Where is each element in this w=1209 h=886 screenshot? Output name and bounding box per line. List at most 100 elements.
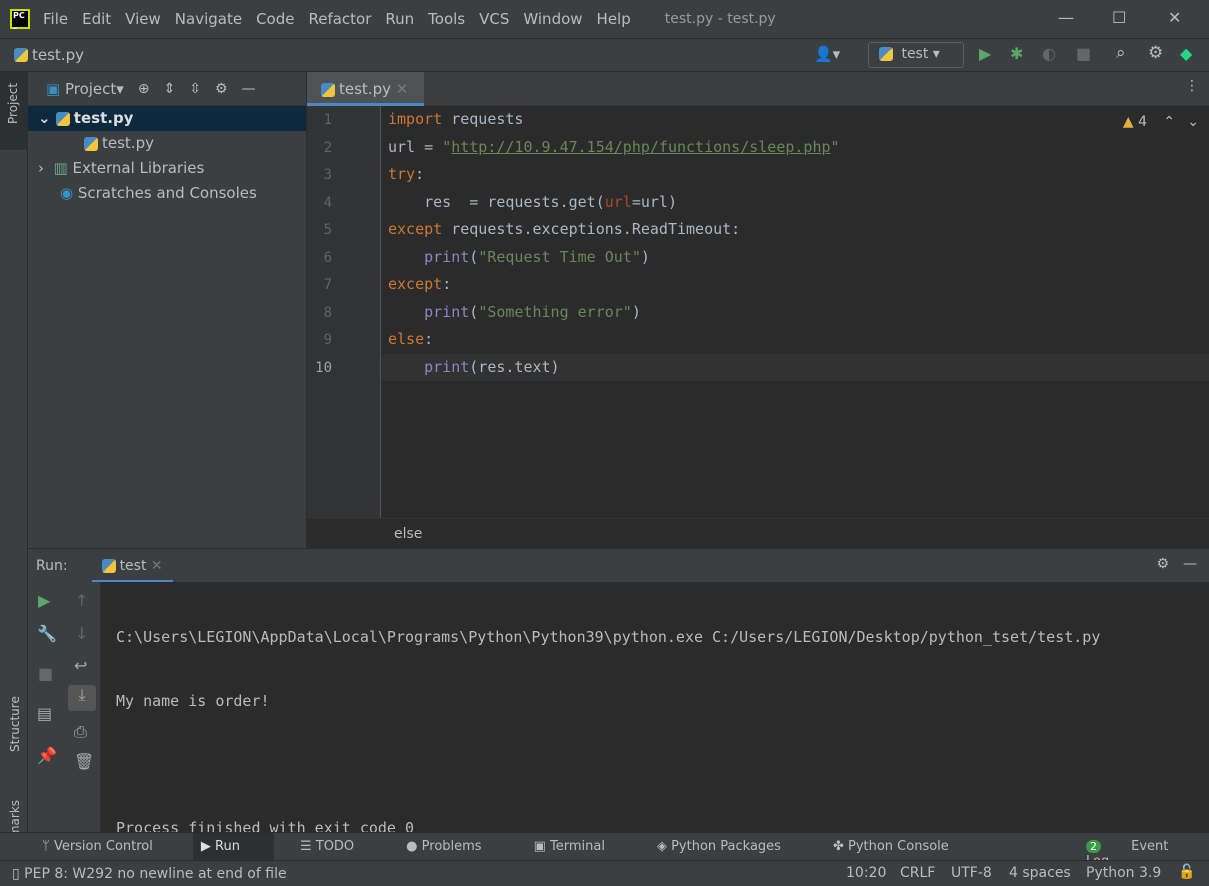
prev-warning-icon[interactable]: ⌃ xyxy=(1163,114,1175,130)
code-line[interactable]: res = requests.get(url=url) xyxy=(388,189,1188,217)
code-token: url = xyxy=(388,137,443,156)
warnings-indicator[interactable]: ▲ 4 xyxy=(1123,114,1147,130)
tool-python-packages[interactable]: ◈ Python Packages xyxy=(657,839,807,854)
trash-icon[interactable]: 🗑 xyxy=(74,752,94,771)
close-tab-icon[interactable]: ✕ xyxy=(396,80,409,98)
menu-navigate[interactable]: Navigate xyxy=(175,10,242,28)
code-line[interactable]: import requests xyxy=(388,106,1188,134)
menu-refactor[interactable]: Refactor xyxy=(308,10,371,28)
tree-item-scratches[interactable]: ◉ Scratches and Consoles xyxy=(28,181,306,206)
expand-all-icon[interactable]: ⇕ xyxy=(164,81,176,97)
code-line[interactable]: print("Something error") xyxy=(388,299,1188,327)
coverage-icon[interactable]: ◐ xyxy=(1042,44,1056,63)
stop-icon[interactable]: ■ xyxy=(1076,44,1091,63)
next-warning-icon[interactable]: ⌄ xyxy=(1187,114,1199,130)
layout-icon[interactable]: ▤ xyxy=(37,704,52,723)
menu-view[interactable]: View xyxy=(125,10,161,28)
collapse-all-icon[interactable]: ⇳ xyxy=(189,81,201,97)
menu-run[interactable]: Run xyxy=(385,10,414,28)
line-separator[interactable]: CRLF xyxy=(900,865,935,881)
code-line[interactable]: print("Request Time Out") xyxy=(388,244,1188,272)
gear-icon[interactable]: ⚙ xyxy=(215,81,228,97)
nav-file[interactable]: test.py xyxy=(32,46,84,64)
run-config-label: test xyxy=(901,46,929,62)
status-message[interactable]: PEP 8: W292 no newline at end of file xyxy=(24,866,286,882)
hide-icon[interactable]: — xyxy=(242,81,256,97)
run-tab-test[interactable]: test ✕ xyxy=(91,558,173,583)
run-label: Run: xyxy=(36,557,68,574)
status-icon[interactable]: ▯ xyxy=(12,866,24,882)
tool-todo[interactable]: ☰ TODO xyxy=(300,839,380,854)
lock-icon[interactable]: 🔓 xyxy=(1178,864,1195,880)
menu-file[interactable]: File xyxy=(43,10,68,28)
file-encoding[interactable]: UTF-8 xyxy=(951,865,992,881)
code-token: print xyxy=(388,302,470,321)
run-console-output[interactable]: C:\Users\LEGION\AppData\Local\Programs\P… xyxy=(101,582,1209,832)
tool-version-control[interactable]: ᛘ Version Control xyxy=(42,839,179,854)
code-token: " xyxy=(442,137,452,156)
code-line[interactable]: url = "http://10.9.47.154/php/functions/… xyxy=(388,134,1188,162)
menu-code[interactable]: Code xyxy=(256,10,294,28)
menu-edit[interactable]: Edit xyxy=(82,10,111,28)
tree-item-project-root[interactable]: ⌄ test.py xyxy=(28,106,306,131)
code-line[interactable]: print(res.text) xyxy=(388,354,1188,382)
run-config-select[interactable]: test ▾ xyxy=(868,42,964,68)
code-line[interactable]: else: xyxy=(388,326,1188,354)
python-icon xyxy=(879,47,893,61)
menu-bar: File Edit View Navigate Code Refactor Run Tools… xyxy=(43,10,645,28)
menu-vcs[interactable]: VCS xyxy=(479,10,509,28)
up-icon[interactable]: ↑ xyxy=(75,591,88,610)
menu-tools[interactable]: Tools xyxy=(428,10,465,28)
print-icon[interactable]: ⎙ xyxy=(74,722,87,742)
gear-icon[interactable]: ⚙ xyxy=(1148,43,1163,63)
code-token: ) xyxy=(640,247,650,266)
rerun-icon[interactable]: ▶ xyxy=(38,591,50,610)
tool-problems[interactable]: ● Problems xyxy=(406,839,507,854)
line-number: 4 xyxy=(323,194,332,211)
code-line[interactable]: try: xyxy=(388,161,1188,189)
close-icon[interactable]: ✕ xyxy=(1168,8,1181,27)
tab-test-py[interactable]: test.py ✕ xyxy=(307,72,424,106)
stop-icon[interactable]: ■ xyxy=(38,664,53,683)
tree-item-file[interactable]: test.py xyxy=(28,131,306,156)
line-number: 2 xyxy=(323,139,332,156)
interpreter[interactable]: Python 3.9 xyxy=(1086,865,1161,881)
tool-run[interactable]: ▶ Run xyxy=(192,833,274,860)
debug-icon[interactable]: ✱ xyxy=(1010,44,1023,63)
hide-icon[interactable]: — xyxy=(1183,556,1197,572)
project-view-select[interactable]: ▣ Project▾ xyxy=(46,80,124,98)
code-token: (res.text) xyxy=(469,357,560,376)
code-token: "Something error" xyxy=(478,302,632,321)
scroll-to-end-icon[interactable]: ⤓ xyxy=(68,685,96,711)
pin-icon[interactable]: 📌 xyxy=(37,746,57,765)
tool-python-console[interactable]: ✤ Python Console xyxy=(833,839,975,854)
minimize-icon[interactable]: — xyxy=(1058,8,1074,27)
project-tool-tab[interactable]: Project xyxy=(6,83,20,124)
project-panel: ▣ Project▾ ⊕ ⇕ ⇳ ⚙ — ⌄ test.py test.py ›… xyxy=(28,72,307,548)
structure-tool-tab[interactable]: Structure xyxy=(8,696,22,752)
run-icon[interactable]: ▶ xyxy=(979,44,991,63)
maximize-icon[interactable]: ☐ xyxy=(1112,8,1126,27)
code-editor[interactable]: test.py ✕ ⋮ 1 2 3 4 5 6 7 8 9 10 import requests u… xyxy=(307,72,1209,548)
gear-icon[interactable]: ⚙ xyxy=(1156,556,1169,572)
indent-setting[interactable]: 4 spaces xyxy=(1009,865,1071,881)
locate-icon[interactable]: ⊕ xyxy=(138,81,150,97)
code-line[interactable]: except: xyxy=(388,271,1188,299)
soft-wrap-icon[interactable]: ↩ xyxy=(74,656,87,675)
tree-item-external-libraries[interactable]: › ▥ External Libraries xyxy=(28,156,306,181)
user-icon[interactable]: 👤▾ xyxy=(814,45,840,63)
toolbox-icon[interactable]: ◆ xyxy=(1180,44,1192,63)
menu-window[interactable]: Window xyxy=(523,10,582,28)
line-number: 5 xyxy=(323,222,332,238)
menu-help[interactable]: Help xyxy=(597,10,631,28)
wrench-icon[interactable]: 🔧 xyxy=(37,624,57,643)
tool-terminal[interactable]: ▣ Terminal xyxy=(534,839,631,854)
more-icon[interactable]: ⋮ xyxy=(1185,78,1199,94)
breadcrumb[interactable]: else xyxy=(307,518,1209,548)
code-token: =url) xyxy=(631,192,677,211)
caret-position[interactable]: 10:20 xyxy=(846,865,886,881)
code-line[interactable]: except requests.exceptions.ReadTimeout: xyxy=(388,216,1188,244)
search-icon[interactable]: ⌕ xyxy=(1116,43,1126,63)
down-icon[interactable]: ↓ xyxy=(75,624,88,643)
